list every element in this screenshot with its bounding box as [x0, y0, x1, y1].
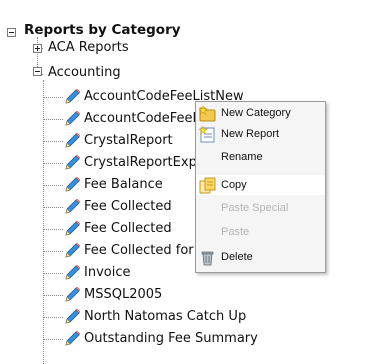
- menu-item-label: Rename: [221, 151, 263, 163]
- collapse-toggle-icon[interactable]: [7, 28, 16, 37]
- context-menu: New Category New Report Rename Copy Past…: [195, 101, 326, 273]
- report-item[interactable]: MSSQL2005: [84, 285, 162, 305]
- copy-icon: [199, 177, 216, 194]
- leaf-connector-line: [43, 317, 63, 318]
- collapse-toggle-icon[interactable]: [33, 67, 42, 76]
- report-item[interactable]: Outstanding Fee Summary: [84, 329, 258, 349]
- leaf-connector-line: [43, 163, 63, 164]
- report-pencil-icon: [64, 242, 81, 259]
- leaf-connector-line: [43, 141, 63, 142]
- report-pencil-icon: [64, 110, 81, 127]
- report-item[interactable]: Invoice: [84, 263, 130, 283]
- report-pencil-icon: [64, 220, 81, 237]
- leaf-connector-line: [43, 251, 63, 252]
- menu-item-label: New Category: [221, 107, 291, 119]
- leaf-connector-line: [43, 185, 63, 186]
- menu-item-paste[interactable]: Paste: [196, 222, 325, 242]
- report-pencil-icon: [64, 286, 81, 303]
- report-item[interactable]: CrystalReport: [84, 131, 173, 151]
- folder-aca-reports[interactable]: ACA Reports: [48, 38, 129, 58]
- new-category-icon: [199, 105, 216, 122]
- menu-item-label: New Report: [221, 128, 280, 140]
- menu-item-paste-special[interactable]: Paste Special: [196, 198, 325, 218]
- accounting-children-line: [43, 80, 44, 364]
- menu-item-rename[interactable]: Rename: [196, 147, 325, 167]
- leaf-connector-line: [43, 229, 63, 230]
- expand-toggle-icon[interactable]: [33, 44, 42, 53]
- menu-item-label: Paste Special: [221, 202, 289, 214]
- menu-item-new-report[interactable]: New Report: [196, 124, 325, 144]
- trash-icon: [201, 251, 214, 266]
- report-pencil-icon: [64, 176, 81, 193]
- folder-accounting[interactable]: Accounting: [48, 63, 121, 83]
- report-pencil-icon: [64, 264, 81, 281]
- leaf-connector-line: [43, 97, 63, 98]
- report-pencil-icon: [64, 330, 81, 347]
- menu-item-label: Copy: [221, 179, 247, 191]
- menu-item-new-category[interactable]: New Category: [196, 103, 325, 123]
- new-report-icon: [199, 126, 215, 143]
- report-pencil-icon: [64, 88, 81, 105]
- report-item[interactable]: Fee Collected: [84, 219, 172, 239]
- menu-item-label: Paste: [221, 226, 250, 238]
- leaf-connector-line: [43, 119, 63, 120]
- report-pencil-icon: [64, 132, 81, 149]
- report-item[interactable]: North Natomas Catch Up: [84, 307, 246, 327]
- menu-item-label: Delete: [221, 251, 253, 263]
- leaf-connector-line: [43, 339, 63, 340]
- leaf-connector-line: [43, 295, 63, 296]
- leaf-connector-line: [43, 273, 63, 274]
- report-pencil-icon: [64, 154, 81, 171]
- leaf-connector-line: [43, 207, 63, 208]
- menu-item-copy[interactable]: Copy: [196, 175, 325, 195]
- menu-item-delete[interactable]: Delete: [196, 247, 325, 267]
- report-pencil-icon: [64, 198, 81, 215]
- report-item[interactable]: Fee Balance: [84, 175, 163, 195]
- report-item[interactable]: Fee Collected: [84, 197, 172, 217]
- report-pencil-icon: [64, 308, 81, 325]
- report-item[interactable]: Fee Collected for FY: [84, 241, 213, 261]
- tree-root-label[interactable]: Reports by Category: [24, 20, 181, 40]
